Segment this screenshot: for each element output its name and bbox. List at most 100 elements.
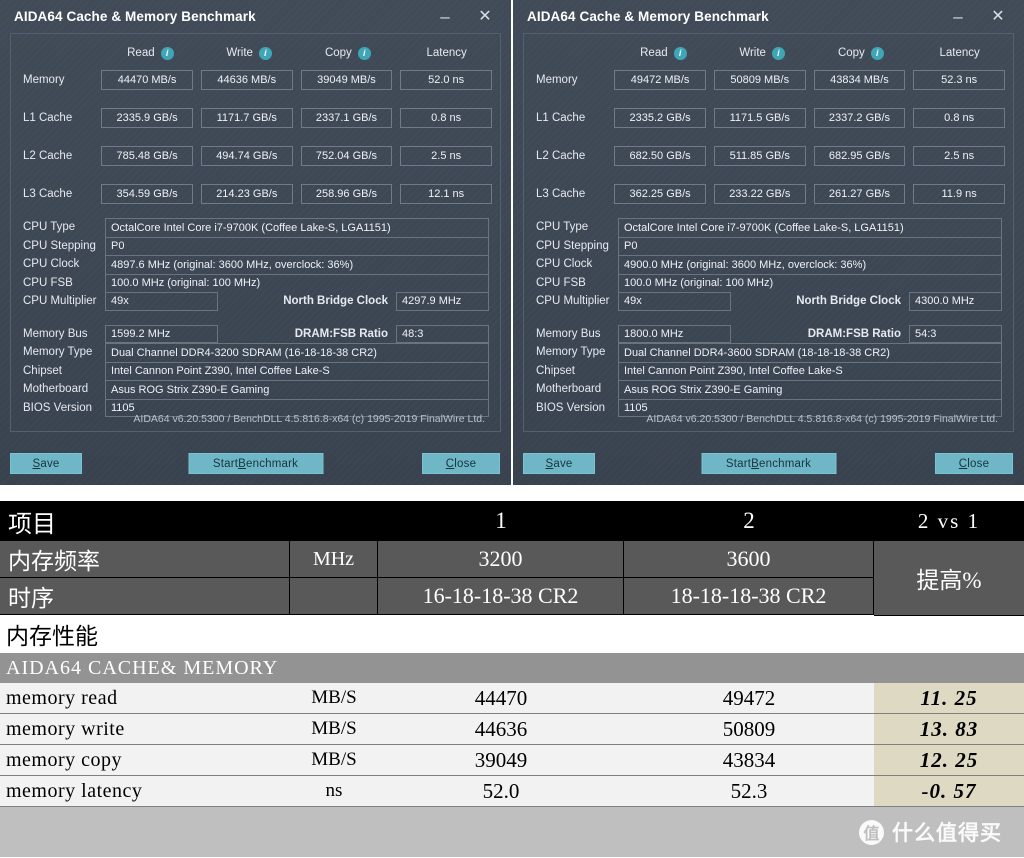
info-row-chipset: Chipset Intel Cannon Point Z390, Intel C…	[524, 361, 1013, 380]
titlebar-right: AIDA64 Cache & Memory Benchmark – ✕	[513, 0, 1024, 33]
info-label-north-bridge: North Bridge Clock	[796, 295, 901, 308]
info-row-memory-bus: Memory Bus 1800.0 MHz DRAM:FSB Ratio 54:…	[524, 324, 1013, 343]
close-button[interactable]: Close	[422, 453, 500, 474]
value-write: 44636 MB/s	[200, 70, 293, 90]
info-value: Asus ROG Strix Z390-E Gaming	[105, 380, 489, 399]
start-benchmark-button[interactable]: Start Benchmark	[701, 453, 836, 474]
metric-unit: ns	[325, 780, 343, 801]
button-bar-left: Save Start Benchmark Close	[0, 453, 511, 475]
col-header-copy: Copy i	[816, 46, 907, 60]
info-row-motherboard: Motherboard Asus ROG Strix Z390-E Gaming	[11, 380, 500, 399]
spec-value-2: 18-18-18-38 CR2	[624, 578, 874, 614]
benchmark-row-l2-cache: L2 Cache 785.48 GB/s 494.74 GB/s 752.04 …	[11, 142, 500, 170]
metric-value-2: 49472	[722, 685, 776, 710]
info-icon[interactable]: i	[160, 46, 174, 60]
row-label: L1 Cache	[536, 112, 586, 124]
info-label: CPU FSB	[536, 276, 586, 289]
system-info-block-memory: Memory Bus 1800.0 MHz DRAM:FSB Ratio 54:…	[524, 324, 1013, 417]
metric-delta: -0. 57	[874, 776, 1024, 806]
info-value: 49x	[105, 292, 218, 311]
spec-value-1: 3200	[378, 541, 624, 577]
info-row-cpu-clock: CPU Clock 4900.0 MHz (original: 3600 MHz…	[524, 255, 1013, 274]
metric-delta: 12. 25	[874, 745, 1024, 775]
info-label: CPU Multiplier	[536, 295, 610, 308]
close-accel: C	[958, 457, 968, 470]
value-read: 49472 MB/s	[614, 70, 706, 90]
value-latency: 2.5 ns	[913, 146, 1005, 166]
info-row-cpu-type: CPU Type OctalCore Intel Core i7-9700K (…	[524, 218, 1013, 237]
save-button[interactable]: Save	[523, 453, 595, 474]
info-row-cpu-stepping: CPU Stepping P0	[11, 236, 500, 255]
info-value: Dual Channel DDR4-3600 SDRAM (18-18-18-3…	[618, 343, 1002, 362]
minimize-icon[interactable]: –	[938, 3, 978, 31]
info-icon[interactable]: i	[771, 46, 785, 60]
info-icon[interactable]: i	[258, 46, 272, 60]
info-value: 100.0 MHz (original: 100 MHz)	[618, 273, 1002, 292]
col-header-write: Write i	[204, 46, 295, 60]
col-header-read: Read i	[105, 46, 196, 60]
save-rest: ave	[553, 457, 573, 470]
value-write: 233.22 GB/s	[713, 184, 806, 204]
watermark-text: 什么值得买	[892, 821, 1002, 845]
spec-row-timings: 时序 16-18-18-38 CR2 18-18-18-38 CR2	[0, 578, 1024, 615]
value-latency: 2.5 ns	[400, 146, 492, 166]
col-header-write-label: Write	[739, 47, 766, 59]
start-accel: B	[751, 457, 760, 470]
row-label: L3 Cache	[23, 188, 73, 200]
value-copy: 2337.1 GB/s	[300, 108, 393, 128]
col-header-read-label: Read	[127, 47, 155, 59]
value-write: 1171.5 GB/s	[713, 108, 806, 128]
info-row-memory-type: Memory Type Dual Channel DDR4-3600 SDRAM…	[524, 343, 1013, 362]
info-label: Memory Bus	[23, 327, 88, 340]
spec-value-1: 16-18-18-38 CR2	[378, 578, 624, 614]
save-button[interactable]: Save	[10, 453, 82, 474]
metric-value-1: 52.0	[482, 778, 520, 803]
close-icon[interactable]: ✕	[465, 3, 505, 31]
info-value: P0	[618, 236, 1002, 255]
col-header-latency-label: Latency	[939, 47, 980, 59]
col-header-write-label: Write	[226, 47, 253, 59]
save-accel: S	[545, 457, 554, 470]
info-label-north-bridge: North Bridge Clock	[283, 295, 388, 308]
info-value-dram-fsb: 48:3	[396, 324, 489, 343]
col-header-copy: Copy i	[303, 46, 394, 60]
version-footer: AIDA64 v6.20.5300 / BenchDLL 4.5.816.8-x…	[646, 413, 998, 425]
close-accel: C	[445, 457, 455, 470]
value-write: 511.85 GB/s	[713, 146, 806, 166]
section-title-memory-performance: 内存性能	[0, 615, 1024, 653]
info-row-chipset: Chipset Intel Cannon Point Z390, Intel C…	[11, 361, 500, 380]
value-copy: 261.27 GB/s	[813, 184, 906, 204]
spec-row-memory-frequency: 内存频率 MHz 3200 3600	[0, 541, 1024, 578]
metric-value-2: 43834	[722, 747, 776, 772]
value-read: 44470 MB/s	[101, 70, 193, 90]
system-info-block-memory: Memory Bus 1599.2 MHz DRAM:FSB Ratio 48:…	[11, 324, 500, 417]
value-read: 785.48 GB/s	[101, 146, 193, 166]
value-write: 50809 MB/s	[713, 70, 806, 90]
close-button[interactable]: Close	[935, 453, 1013, 474]
info-icon[interactable]: i	[673, 46, 687, 60]
info-value: Dual Channel DDR4-3200 SDRAM (16-18-18-3…	[105, 343, 489, 362]
system-info-block-cpu: CPU Type OctalCore Intel Core i7-9700K (…	[524, 218, 1013, 311]
info-row-cpu-fsb: CPU FSB 100.0 MHz (original: 100 MHz)	[11, 273, 500, 292]
info-icon[interactable]: i	[357, 46, 371, 60]
info-label: CPU Clock	[536, 258, 593, 271]
benchmark-row-l1-cache: L1 Cache 2335.2 GB/s 1171.5 GB/s 2337.2 …	[524, 104, 1013, 132]
info-icon[interactable]: i	[870, 46, 884, 60]
row-label: L3 Cache	[536, 188, 586, 200]
info-label: CPU Multiplier	[23, 295, 97, 308]
close-icon[interactable]: ✕	[978, 3, 1018, 31]
info-value: 4900.0 MHz (original: 3600 MHz, overcloc…	[618, 255, 1002, 274]
window-controls-right: – ✕	[938, 3, 1024, 31]
aida64-window-left: AIDA64 Cache & Memory Benchmark – ✕ Read…	[0, 0, 511, 485]
group-title-aida64-cache-memory: AIDA64 CACHE& MEMORY	[0, 653, 1024, 683]
start-benchmark-button[interactable]: Start Benchmark	[188, 453, 323, 474]
aida64-window-right: AIDA64 Cache & Memory Benchmark – ✕ Read…	[513, 0, 1024, 485]
save-rest: ave	[40, 457, 60, 470]
value-latency: 0.8 ns	[400, 108, 492, 128]
info-row-motherboard: Motherboard Asus ROG Strix Z390-E Gaming	[524, 380, 1013, 399]
value-copy: 752.04 GB/s	[300, 146, 393, 166]
minimize-icon[interactable]: –	[425, 3, 465, 31]
metric-label: memory read	[6, 686, 118, 709]
benchmark-row-l3-cache: L3 Cache 362.25 GB/s 233.22 GB/s 261.27 …	[524, 180, 1013, 208]
